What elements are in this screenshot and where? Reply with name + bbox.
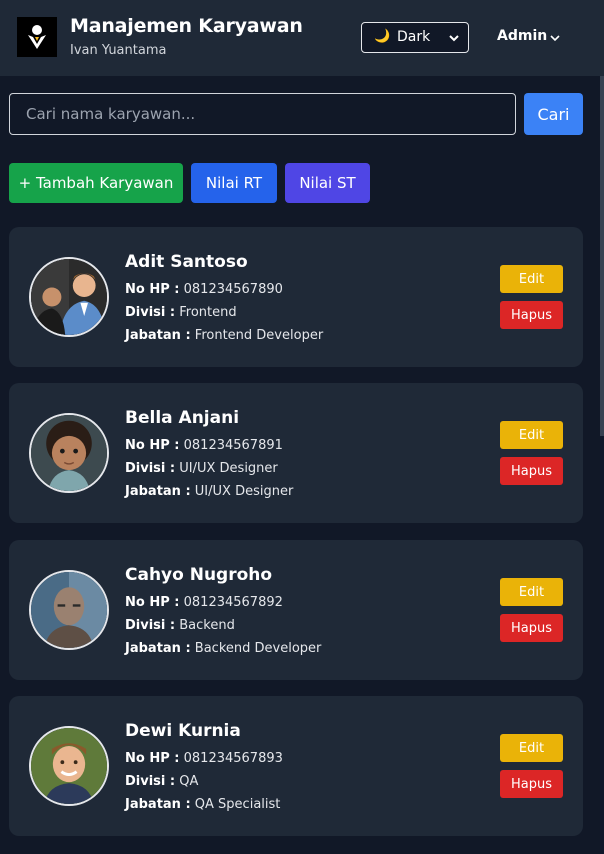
avatar [29, 257, 109, 337]
position-value: Backend Developer [194, 641, 322, 656]
phone-value: 081234567893 [183, 751, 283, 766]
search-input[interactable] [9, 93, 516, 135]
delete-button[interactable]: Hapus [500, 770, 563, 798]
edit-button[interactable]: Edit [500, 578, 563, 606]
user-logo-icon [17, 17, 57, 57]
employee-name: Dewi Kurnia [125, 721, 241, 741]
avatar [29, 570, 109, 650]
division-label: Divisi : [125, 305, 176, 320]
avatar [29, 726, 109, 806]
employee-position: Jabatan : QA Specialist [125, 797, 280, 812]
app-title: Manajemen Karyawan [70, 15, 303, 37]
phone-label: No HP : [125, 751, 180, 766]
employee-position: Jabatan : Frontend Developer [125, 328, 323, 343]
edit-button[interactable]: Edit [500, 734, 563, 762]
employee-position: Jabatan : Backend Developer [125, 641, 321, 656]
phone-value: 081234567890 [183, 282, 283, 297]
employee-phone: No HP : 081234567892 [125, 595, 283, 610]
add-employee-button[interactable]: + Tambah Karyawan [9, 163, 183, 203]
delete-button[interactable]: Hapus [500, 301, 563, 329]
user-menu[interactable]: Admin [497, 28, 547, 44]
division-label: Divisi : [125, 461, 176, 476]
chevron-down-icon [449, 35, 459, 42]
employee-division: Divisi : QA [125, 774, 198, 789]
phone-label: No HP : [125, 282, 180, 297]
division-value: QA [179, 774, 199, 789]
edit-button[interactable]: Edit [500, 421, 563, 449]
employee-name: Cahyo Nugroho [125, 565, 273, 585]
chevron-down-icon[interactable] [548, 31, 562, 45]
theme-select-value: Dark [397, 29, 431, 45]
position-value: QA Specialist [194, 797, 281, 812]
nilai-st-button[interactable]: Nilai ST [285, 163, 370, 203]
employee-division: Divisi : UI/UX Designer [125, 461, 278, 476]
division-value: UI/UX Designer [179, 461, 278, 476]
delete-button[interactable]: Hapus [500, 614, 563, 642]
employee-name: Adit Santoso [125, 252, 248, 272]
employee-division: Divisi : Frontend [125, 305, 237, 320]
division-label: Divisi : [125, 774, 176, 789]
position-label: Jabatan : [125, 641, 191, 656]
position-label: Jabatan : [125, 484, 191, 499]
phone-label: No HP : [125, 595, 180, 610]
employee-card: Bella Anjani No HP : 081234567891 Divisi… [9, 383, 583, 523]
employee-card: Adit Santoso No HP : 081234567890 Divisi… [9, 227, 583, 367]
position-label: Jabatan : [125, 797, 191, 812]
app-subtitle: Ivan Yuantama [70, 43, 167, 58]
employee-phone: No HP : 081234567891 [125, 438, 283, 453]
app-header: Manajemen Karyawan Ivan Yuantama 🌙 Dark … [0, 0, 604, 76]
position-label: Jabatan : [125, 328, 191, 343]
theme-select[interactable]: 🌙 Dark [361, 22, 469, 53]
phone-value: 081234567891 [183, 438, 283, 453]
division-label: Divisi : [125, 618, 176, 633]
employee-card: Cahyo Nugroho No HP : 081234567892 Divis… [9, 540, 583, 680]
employee-name: Bella Anjani [125, 408, 240, 428]
division-value: Frontend [179, 305, 237, 320]
avatar [29, 413, 109, 493]
employee-division: Divisi : Backend [125, 618, 235, 633]
position-value: UI/UX Designer [194, 484, 294, 499]
employee-phone: No HP : 081234567893 [125, 751, 283, 766]
phone-label: No HP : [125, 438, 180, 453]
search-button[interactable]: Cari [524, 93, 583, 135]
employee-phone: No HP : 081234567890 [125, 282, 283, 297]
employee-position: Jabatan : UI/UX Designer [125, 484, 293, 499]
phone-value: 081234567892 [183, 595, 283, 610]
position-value: Frontend Developer [194, 328, 324, 343]
moon-icon: 🌙 [374, 29, 391, 44]
employee-card: Dewi Kurnia No HP : 081234567893 Divisi … [9, 696, 583, 836]
delete-button[interactable]: Hapus [500, 457, 563, 485]
nilai-rt-button[interactable]: Nilai RT [191, 163, 277, 203]
edit-button[interactable]: Edit [500, 265, 563, 293]
scrollbar-thumb[interactable] [600, 76, 604, 436]
division-value: Backend [179, 618, 235, 633]
